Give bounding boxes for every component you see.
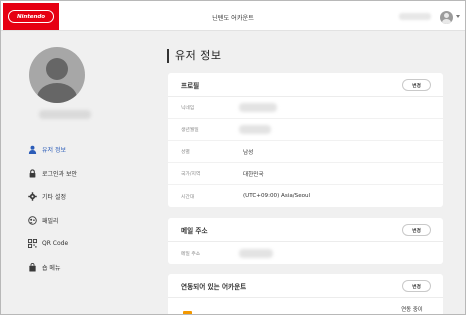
sidebar-item-login-security[interactable]: 로그인과 보안 xyxy=(28,162,153,186)
sidebar-item-other-settings[interactable]: 기타 설정 xyxy=(28,185,153,209)
nickname-value-blurred xyxy=(239,103,277,112)
sidebar-item-qr-code[interactable]: QR Code xyxy=(28,232,153,256)
sidebar-item-label: 기타 설정 xyxy=(42,194,66,202)
lock-icon xyxy=(28,169,37,178)
linked-status-text: 연동 중이 xyxy=(401,307,423,313)
page-title: 유저 정보 xyxy=(175,49,222,62)
row-label: 닉네임 xyxy=(181,106,195,111)
profile-avatar xyxy=(29,47,85,103)
sidebar-item-label: 유저 정보 xyxy=(42,147,66,155)
profile-card: 프로필 변경 닉네임 생년월일 성별 남성 국가/지역 대한민국 시간대 (UT… xyxy=(168,73,443,207)
linked-accounts-card-title: 연동되어 있는 어카운트 xyxy=(181,282,247,291)
sidebar-item-label: 로그인과 보안 xyxy=(42,170,78,178)
email-card-title: 메일 주소 xyxy=(181,226,208,235)
email-value-blurred xyxy=(239,248,273,258)
family-icon xyxy=(28,216,37,225)
linked-accounts-edit-button[interactable]: 변경 xyxy=(402,280,431,292)
sidebar-item-shop-menu[interactable]: 숍 메뉴 xyxy=(28,256,153,280)
chevron-down-icon[interactable] xyxy=(456,15,460,18)
email-card-header: 메일 주소 변경 xyxy=(168,218,443,242)
row-label: 성별 xyxy=(181,150,190,155)
top-header: Nintendo 닌텐도 어카운트 xyxy=(1,1,465,31)
sidebar-nav: 유저 정보 로그인과 보안 기타 설정 패밀리 QR Code 숍 메뉴 xyxy=(28,138,153,279)
linked-service-icon xyxy=(183,311,192,314)
sidebar-item-label: 패밀리 xyxy=(42,217,59,225)
profile-row-birthdate: 생년월일 xyxy=(168,119,443,141)
browser-frame: Nintendo 닌텐도 어카운트 유저 정보 로그인과 보안 기타 설정 패밀… xyxy=(0,0,466,315)
row-label: 시간대 xyxy=(181,194,195,200)
profile-card-title: 프로필 xyxy=(181,81,200,90)
page-title-accent xyxy=(167,49,169,63)
row-label: 메일 주소 xyxy=(181,251,201,257)
gear-icon xyxy=(28,192,37,201)
row-label: 생년월일 xyxy=(181,128,199,133)
user-icon xyxy=(28,145,37,155)
gender-value: 남성 xyxy=(243,149,254,156)
header-username-blurred[interactable] xyxy=(399,13,431,20)
profile-edit-button[interactable]: 변경 xyxy=(402,79,431,91)
profile-name-blurred xyxy=(39,110,91,119)
profile-card-header: 프로필 변경 xyxy=(168,73,443,97)
birthdate-value-blurred xyxy=(239,125,271,134)
sidebar-item-label: 숍 메뉴 xyxy=(42,264,61,272)
country-value: 대한민국 xyxy=(243,171,264,178)
profile-row-gender: 성별 남성 xyxy=(168,141,443,163)
email-edit-button[interactable]: 변경 xyxy=(402,224,431,236)
header-title: 닌텐도 어카운트 xyxy=(212,15,254,22)
sidebar-item-family[interactable]: 패밀리 xyxy=(28,209,153,233)
sidebar-item-user-info[interactable]: 유저 정보 xyxy=(28,138,153,162)
timezone-value: (UTC+09:00) Asia/Seoul xyxy=(243,193,311,199)
profile-row-nickname: 닉네임 xyxy=(168,97,443,119)
email-card: 메일 주소 변경 메일 주소 xyxy=(168,218,443,264)
header-avatar[interactable] xyxy=(440,11,453,24)
sidebar-item-label: QR Code xyxy=(42,240,69,248)
profile-row-country: 국가/지역 대한민국 xyxy=(168,163,443,185)
profile-row-timezone: 시간대 (UTC+09:00) Asia/Seoul xyxy=(168,185,443,207)
email-row: 메일 주소 xyxy=(168,242,443,264)
qr-code-icon xyxy=(28,239,37,249)
shopping-bag-icon xyxy=(28,262,37,272)
row-label: 국가/지역 xyxy=(181,172,201,177)
linked-accounts-card-header: 연동되어 있는 어카운트 변경 xyxy=(168,274,443,298)
